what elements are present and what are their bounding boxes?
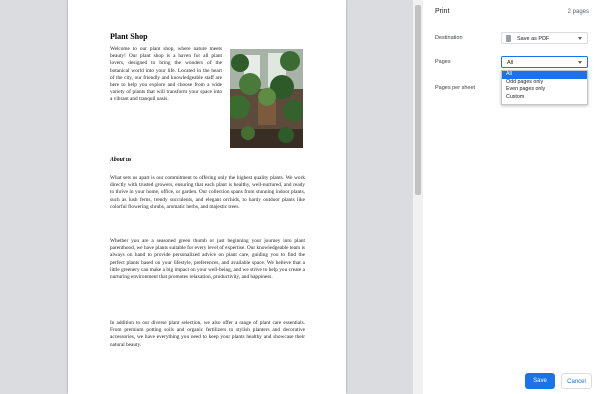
save-button[interactable]: Save: [525, 373, 555, 389]
panel-title: Print: [435, 8, 450, 15]
document-title: Plant Shop: [110, 32, 148, 41]
chevron-down-icon: [578, 61, 582, 64]
destination-value: Save as PDF: [517, 35, 550, 42]
pages-select[interactable]: All: [501, 56, 588, 68]
intro-paragraph: Welcome to our plant shop, where nature …: [110, 46, 222, 103]
preview-page: Plant Shop Welcome to our plant shop, wh…: [68, 0, 346, 394]
chevron-down-icon: [578, 37, 582, 40]
preview-scrollbar[interactable]: [413, 0, 423, 394]
scrollbar-thumb[interactable]: [415, 5, 421, 195]
print-preview-area: Plant Shop Welcome to our plant shop, wh…: [0, 0, 413, 394]
pages-value: All: [507, 59, 514, 66]
pages-option-even[interactable]: Even pages only: [502, 86, 587, 94]
destination-select[interactable]: Save as PDF: [501, 32, 588, 44]
pages-label: Pages: [435, 59, 451, 65]
paragraph-1: What sets us apart is our commitment to …: [110, 175, 305, 210]
pages-option-custom[interactable]: Custom: [502, 94, 587, 102]
paragraph-2: Whether you are a seasoned green thumb o…: [110, 238, 305, 281]
cancel-button[interactable]: Cancel: [561, 373, 592, 389]
about-heading: About us: [110, 157, 132, 163]
paragraph-3: In addition to our diverse plant selecti…: [110, 320, 305, 348]
print-settings-panel: Print 2 pages Destination Save as PDF Pa…: [423, 0, 600, 394]
pages-dropdown: All Odd pages only Even pages only Custo…: [501, 70, 588, 105]
pages-option-all[interactable]: All: [502, 71, 587, 79]
document-icon: [506, 35, 511, 42]
destination-label: Destination: [435, 35, 463, 41]
pages-per-sheet-label: Pages per sheet: [435, 85, 476, 91]
page-count: 2 pages: [567, 9, 589, 15]
pages-option-odd[interactable]: Odd pages only: [502, 79, 587, 87]
plant-shop-photo: [230, 49, 303, 148]
